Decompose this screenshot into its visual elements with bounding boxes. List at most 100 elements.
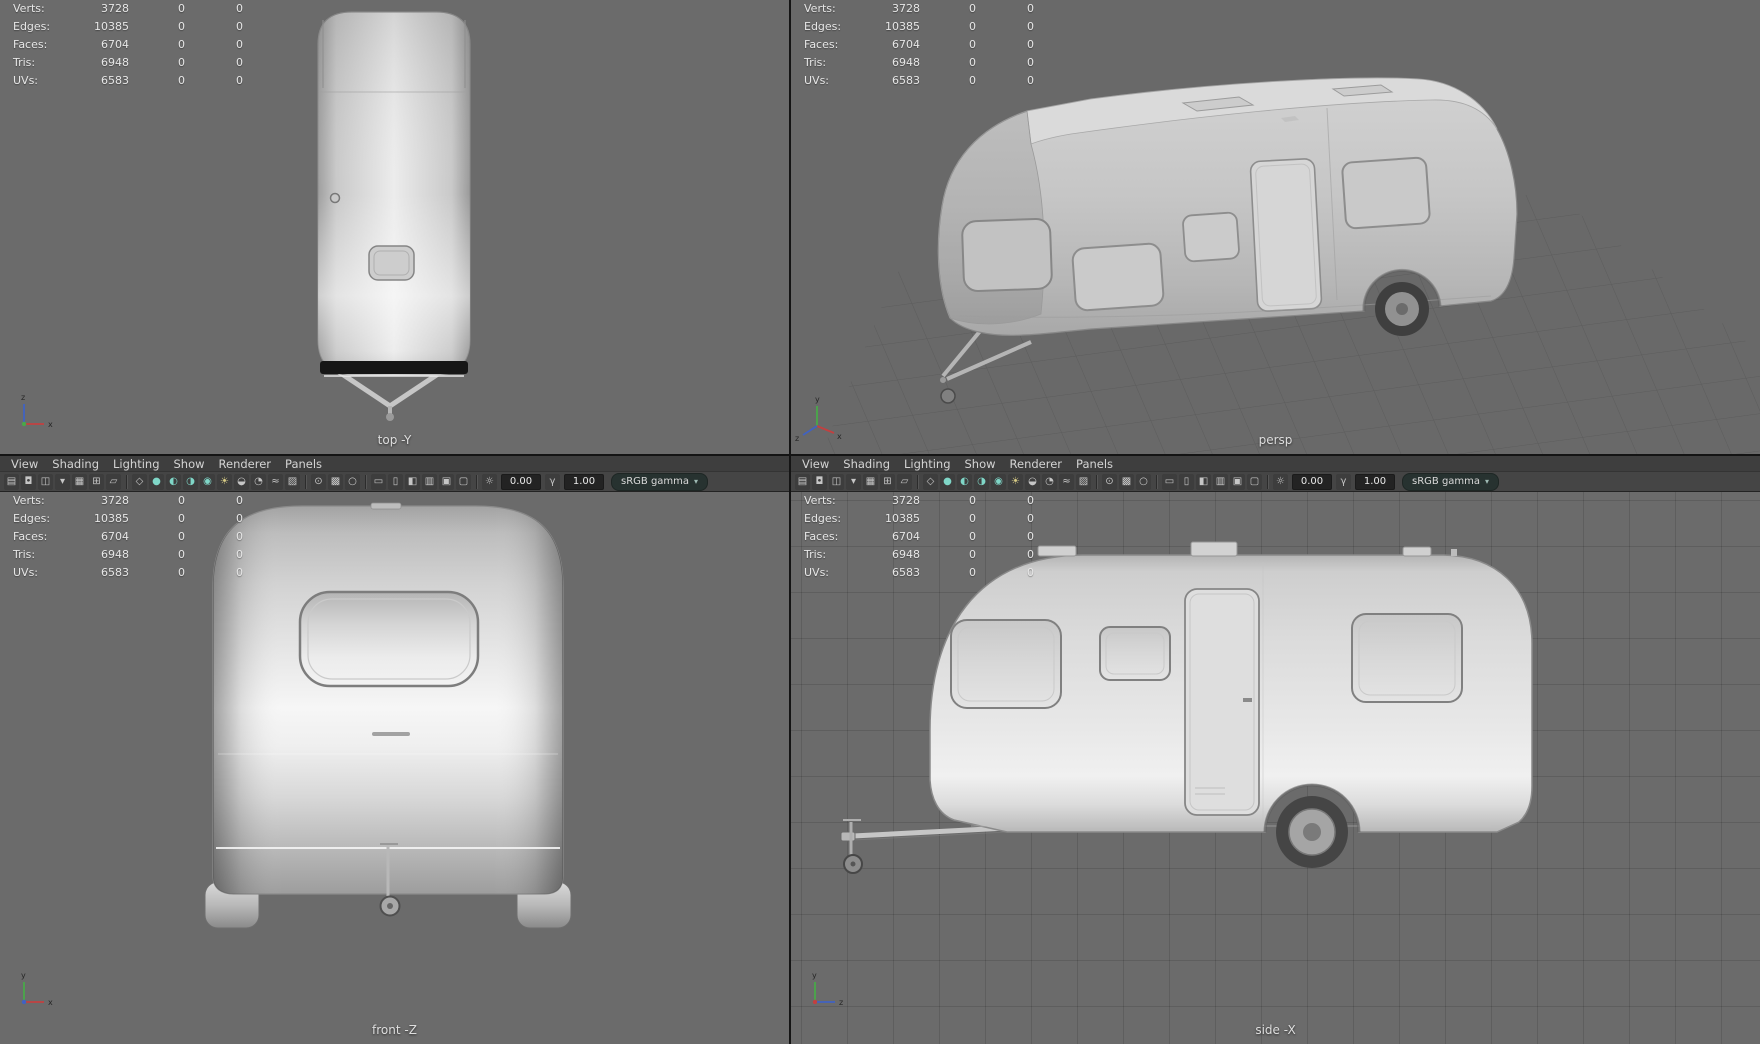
menu-lighting[interactable]: Lighting bbox=[897, 457, 957, 471]
smooth-shade-icon[interactable]: ● bbox=[940, 473, 955, 490]
wireframe-on-shaded-icon[interactable]: ◉ bbox=[991, 473, 1006, 490]
x-ray-icon[interactable]: ▩ bbox=[328, 473, 343, 490]
caravan-window-mid[interactable] bbox=[1099, 626, 1171, 681]
anti-aliasing-icon[interactable]: ▨ bbox=[1076, 473, 1091, 490]
resolution-gate-icon[interactable]: ▯ bbox=[388, 473, 403, 490]
persp-viewport-canvas[interactable]: y x z bbox=[791, 0, 1760, 454]
lock-camera-icon[interactable]: ◘ bbox=[21, 473, 36, 490]
roof-vent[interactable] bbox=[1190, 541, 1238, 557]
caravan-window-front[interactable] bbox=[950, 619, 1062, 709]
caravan-door[interactable] bbox=[1249, 158, 1323, 312]
menu-panels[interactable]: Panels bbox=[278, 457, 329, 471]
view-transform-select[interactable]: sRGB gamma ▾ bbox=[1402, 472, 1500, 491]
side-viewport-canvas[interactable]: z y bbox=[791, 492, 1760, 1044]
field-chart-icon[interactable]: ▥ bbox=[422, 473, 437, 490]
two-d-pan-zoom-icon[interactable]: ⊞ bbox=[880, 473, 895, 490]
menu-show[interactable]: Show bbox=[167, 457, 212, 471]
menu-view[interactable]: View bbox=[4, 457, 45, 471]
viewport-panel-top[interactable]: x z Verts: 3728 0 0 Edges: 10385 0 0 Faces: 6704 0… bbox=[0, 0, 789, 454]
wireframe-icon[interactable]: ◇ bbox=[132, 473, 147, 490]
lighting-icon[interactable]: ☀ bbox=[217, 473, 232, 490]
caravan-window-rear[interactable] bbox=[1351, 613, 1463, 703]
camera-attributes-icon[interactable]: ◫ bbox=[829, 473, 844, 490]
exposure-icon[interactable]: ☼ bbox=[1273, 473, 1288, 490]
viewport-label-front[interactable]: front -Z bbox=[0, 1023, 789, 1037]
caravan-window-front[interactable] bbox=[298, 590, 480, 688]
isolate-select-icon[interactable]: ⊙ bbox=[311, 473, 326, 490]
film-gate-icon[interactable]: ▭ bbox=[1162, 473, 1177, 490]
viewport-panel-persp[interactable]: y x z Verts: 3728 0 0 Edges: 10385 0 0 Faces: 670… bbox=[791, 0, 1760, 454]
x-ray-icon[interactable]: ▩ bbox=[1119, 473, 1134, 490]
resolution-gate-icon[interactable]: ▯ bbox=[1179, 473, 1194, 490]
door-handle[interactable] bbox=[1243, 698, 1252, 702]
safe-title-icon[interactable]: ▢ bbox=[456, 473, 471, 490]
lighting-icon[interactable]: ☀ bbox=[1008, 473, 1023, 490]
screen-space-ao-icon[interactable]: ◔ bbox=[251, 473, 266, 490]
menu-shading[interactable]: Shading bbox=[45, 457, 106, 471]
textured-icon[interactable]: ◐ bbox=[957, 473, 972, 490]
image-plane-icon[interactable]: ▦ bbox=[72, 473, 87, 490]
menu-panels[interactable]: Panels bbox=[1069, 457, 1120, 471]
safe-title-icon[interactable]: ▢ bbox=[1247, 473, 1262, 490]
hitch-coupler[interactable] bbox=[386, 413, 394, 421]
safe-action-icon[interactable]: ▣ bbox=[439, 473, 454, 490]
hitch-drawbar[interactable] bbox=[852, 825, 1008, 839]
menu-shading[interactable]: Shading bbox=[836, 457, 897, 471]
front-viewport[interactable]: x y Verts: 3728 0 0 Edges: 10385 0 0 Faces: 6704 0… bbox=[0, 492, 789, 1044]
screen-space-ao-icon[interactable]: ◔ bbox=[1042, 473, 1057, 490]
motion-blur-icon[interactable]: ≈ bbox=[1059, 473, 1074, 490]
use-default-material-icon[interactable]: ◑ bbox=[183, 473, 198, 490]
caravan-door[interactable] bbox=[1184, 588, 1260, 816]
use-default-material-icon[interactable]: ◑ bbox=[974, 473, 989, 490]
viewport-label-side[interactable]: side -X bbox=[791, 1023, 1760, 1037]
gate-mask-icon[interactable]: ◧ bbox=[1196, 473, 1211, 490]
select-camera-icon[interactable]: ▤ bbox=[795, 473, 810, 490]
viewport-label-persp[interactable]: persp bbox=[791, 433, 1760, 447]
roof-antenna[interactable] bbox=[329, 192, 341, 204]
gamma-field[interactable]: 1.00 bbox=[1355, 473, 1395, 490]
menu-view[interactable]: View bbox=[795, 457, 836, 471]
hitch-coupler[interactable] bbox=[840, 831, 856, 842]
menu-lighting[interactable]: Lighting bbox=[106, 457, 166, 471]
exposure-icon[interactable]: ☼ bbox=[482, 473, 497, 490]
gate-mask-icon[interactable]: ◧ bbox=[405, 473, 420, 490]
viewport-panel-side[interactable]: View Shading Lighting Show Renderer Panels ▤ ◘… bbox=[791, 456, 1760, 1044]
caravan-window-side-large[interactable] bbox=[1071, 242, 1165, 312]
caravan-window-front[interactable] bbox=[961, 217, 1053, 293]
gamma-field[interactable]: 1.00 bbox=[564, 473, 604, 490]
gamma-icon[interactable]: γ bbox=[545, 473, 560, 490]
two-d-pan-zoom-icon[interactable]: ⊞ bbox=[89, 473, 104, 490]
view-transform-select[interactable]: sRGB gamma ▾ bbox=[611, 472, 709, 491]
grease-pencil-icon[interactable]: ▱ bbox=[897, 473, 912, 490]
x-ray-joints-icon[interactable]: ○ bbox=[345, 473, 360, 490]
textured-icon[interactable]: ◐ bbox=[166, 473, 181, 490]
shadows-icon[interactable]: ◒ bbox=[1025, 473, 1040, 490]
exposure-field[interactable]: 0.00 bbox=[1292, 473, 1332, 490]
caravan-model-front-view[interactable] bbox=[204, 502, 572, 929]
bookmarks-icon[interactable]: ▾ bbox=[55, 473, 70, 490]
roof-vent[interactable] bbox=[1037, 545, 1077, 557]
viewport-panel-front[interactable]: View Shading Lighting Show Renderer Panels ▤ ◘… bbox=[0, 456, 789, 1044]
shadows-icon[interactable]: ◒ bbox=[234, 473, 249, 490]
front-window-strip[interactable] bbox=[320, 361, 468, 374]
lock-camera-icon[interactable]: ◘ bbox=[812, 473, 827, 490]
caravan-front-face[interactable] bbox=[937, 110, 1045, 325]
top-viewport-canvas[interactable]: x z bbox=[0, 0, 789, 454]
smooth-shade-icon[interactable]: ● bbox=[149, 473, 164, 490]
caravan-window-side-small[interactable] bbox=[1182, 211, 1240, 263]
wireframe-icon[interactable]: ◇ bbox=[923, 473, 938, 490]
motion-blur-icon[interactable]: ≈ bbox=[268, 473, 283, 490]
menu-show[interactable]: Show bbox=[958, 457, 1003, 471]
film-gate-icon[interactable]: ▭ bbox=[371, 473, 386, 490]
gamma-icon[interactable]: γ bbox=[1336, 473, 1351, 490]
safe-action-icon[interactable]: ▣ bbox=[1230, 473, 1245, 490]
wireframe-on-shaded-icon[interactable]: ◉ bbox=[200, 473, 215, 490]
field-chart-icon[interactable]: ▥ bbox=[1213, 473, 1228, 490]
select-camera-icon[interactable]: ▤ bbox=[4, 473, 19, 490]
caravan-window-rear[interactable] bbox=[1341, 156, 1431, 230]
menu-renderer[interactable]: Renderer bbox=[1003, 457, 1070, 471]
caravan-model-top-view[interactable] bbox=[317, 11, 471, 421]
jockey-wheel[interactable] bbox=[940, 388, 956, 404]
x-ray-joints-icon[interactable]: ○ bbox=[1136, 473, 1151, 490]
exposure-field[interactable]: 0.00 bbox=[501, 473, 541, 490]
